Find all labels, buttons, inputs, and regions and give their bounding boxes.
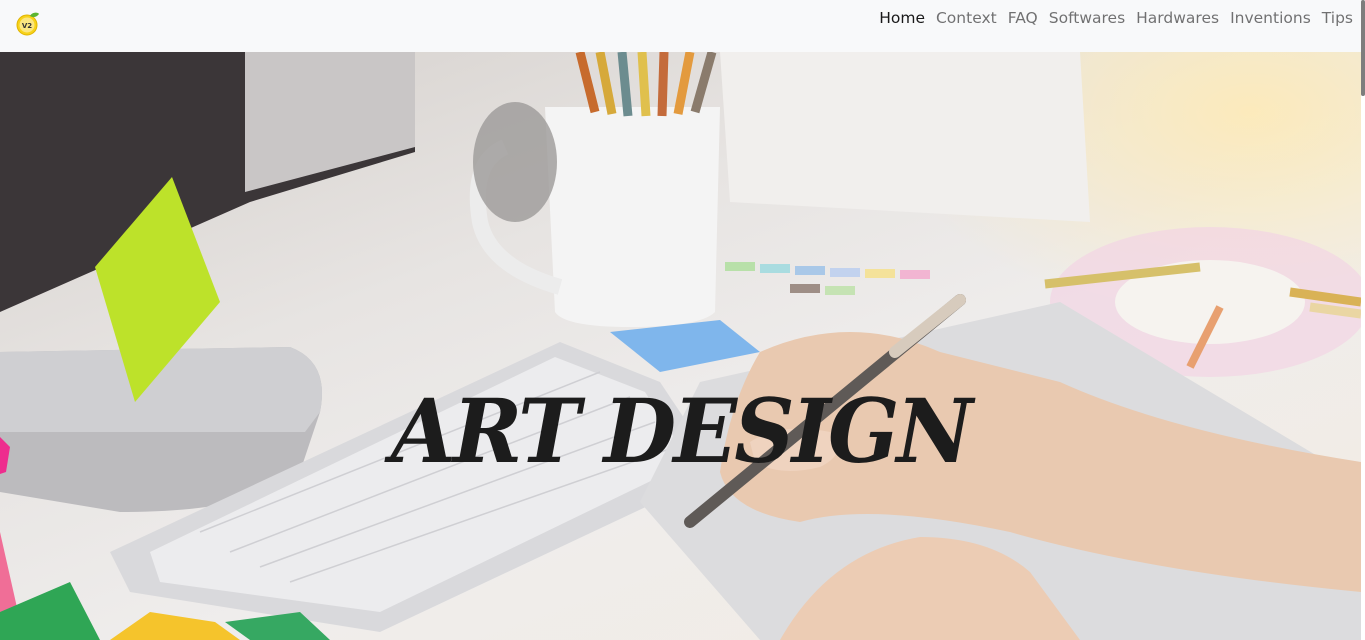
logo-text: V2	[22, 22, 32, 30]
navbar: V2 Home Context FAQ Softwares Hardwares …	[0, 0, 1365, 52]
lemon-logo-icon[interactable]: V2	[15, 11, 41, 37]
page-scrollbar[interactable]	[1361, 0, 1365, 640]
nav-inventions[interactable]: Inventions	[1230, 8, 1311, 28]
scrollbar-thumb[interactable]	[1361, 0, 1365, 96]
hero-background-image	[0, 52, 1361, 640]
hero-title: ART DESIGN	[390, 378, 973, 483]
nav-context[interactable]: Context	[936, 8, 997, 28]
nav-home[interactable]: Home	[879, 8, 925, 28]
nav-faq[interactable]: FAQ	[1008, 8, 1038, 28]
hero-banner: ART DESIGN	[0, 52, 1361, 640]
nav-tips[interactable]: Tips	[1322, 8, 1353, 28]
nav-softwares[interactable]: Softwares	[1049, 8, 1125, 28]
nav-hardwares[interactable]: Hardwares	[1136, 8, 1219, 28]
nav-menu: Home Context FAQ Softwares Hardwares Inv…	[879, 8, 1353, 28]
